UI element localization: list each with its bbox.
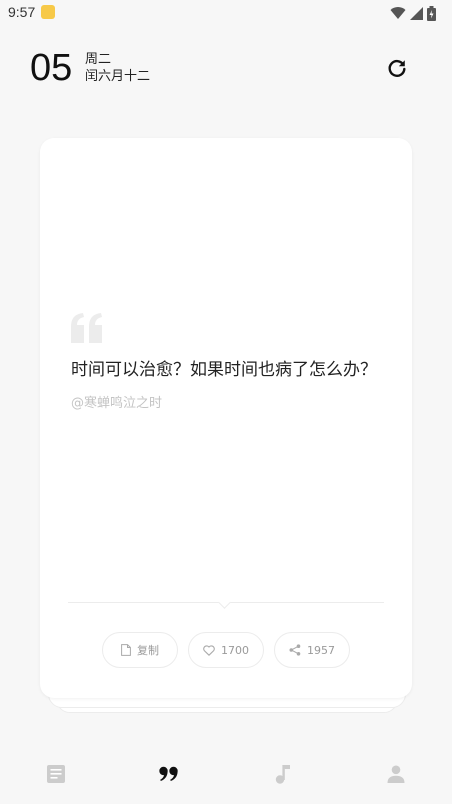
quote-author: @寒蝉鸣泣之时 bbox=[71, 396, 163, 411]
signal-icon bbox=[410, 6, 423, 20]
share-button[interactable]: 1957 bbox=[274, 632, 350, 668]
weekday-label: 周二 bbox=[85, 52, 112, 67]
divider-notch bbox=[218, 596, 231, 609]
quote-text: 时间可以治愈？如果时间也病了怎么办？ bbox=[71, 360, 377, 380]
heart-icon bbox=[203, 644, 215, 656]
refresh-icon bbox=[388, 60, 406, 77]
nav-quote[interactable] bbox=[157, 762, 181, 786]
copy-button[interactable]: 复制 bbox=[102, 632, 178, 668]
bottom-nav bbox=[0, 748, 452, 800]
quote-card[interactable]: 时间可以治愈？如果时间也病了怎么办？ @寒蝉鸣泣之时 复制 1700 1957 bbox=[40, 138, 412, 698]
status-icons bbox=[390, 5, 436, 21]
like-button[interactable]: 1700 bbox=[188, 632, 264, 668]
battery-icon bbox=[427, 5, 436, 21]
copy-label: 复制 bbox=[137, 644, 159, 657]
article-icon bbox=[47, 765, 65, 783]
day-number: 05 bbox=[30, 47, 73, 89]
status-bar: 9:57 bbox=[0, 0, 452, 26]
nav-music[interactable] bbox=[271, 762, 295, 786]
nav-profile[interactable] bbox=[384, 762, 408, 786]
wifi-icon bbox=[390, 7, 406, 20]
open-quote-icon bbox=[71, 313, 102, 343]
notification-icon bbox=[41, 5, 55, 19]
share-count: 1957 bbox=[307, 643, 335, 657]
person-icon bbox=[387, 765, 405, 783]
quote-icon bbox=[159, 766, 178, 781]
share-icon bbox=[289, 644, 301, 656]
refresh-button[interactable] bbox=[384, 56, 410, 82]
like-count: 1700 bbox=[221, 643, 249, 657]
nav-article[interactable] bbox=[44, 762, 68, 786]
music-note-icon bbox=[275, 765, 290, 784]
status-time: 9:57 bbox=[8, 4, 36, 20]
document-icon bbox=[121, 644, 131, 656]
lunar-date-label: 闰六月十二 bbox=[85, 69, 151, 84]
date-header: 05 周二 闰六月十二 bbox=[0, 40, 452, 100]
